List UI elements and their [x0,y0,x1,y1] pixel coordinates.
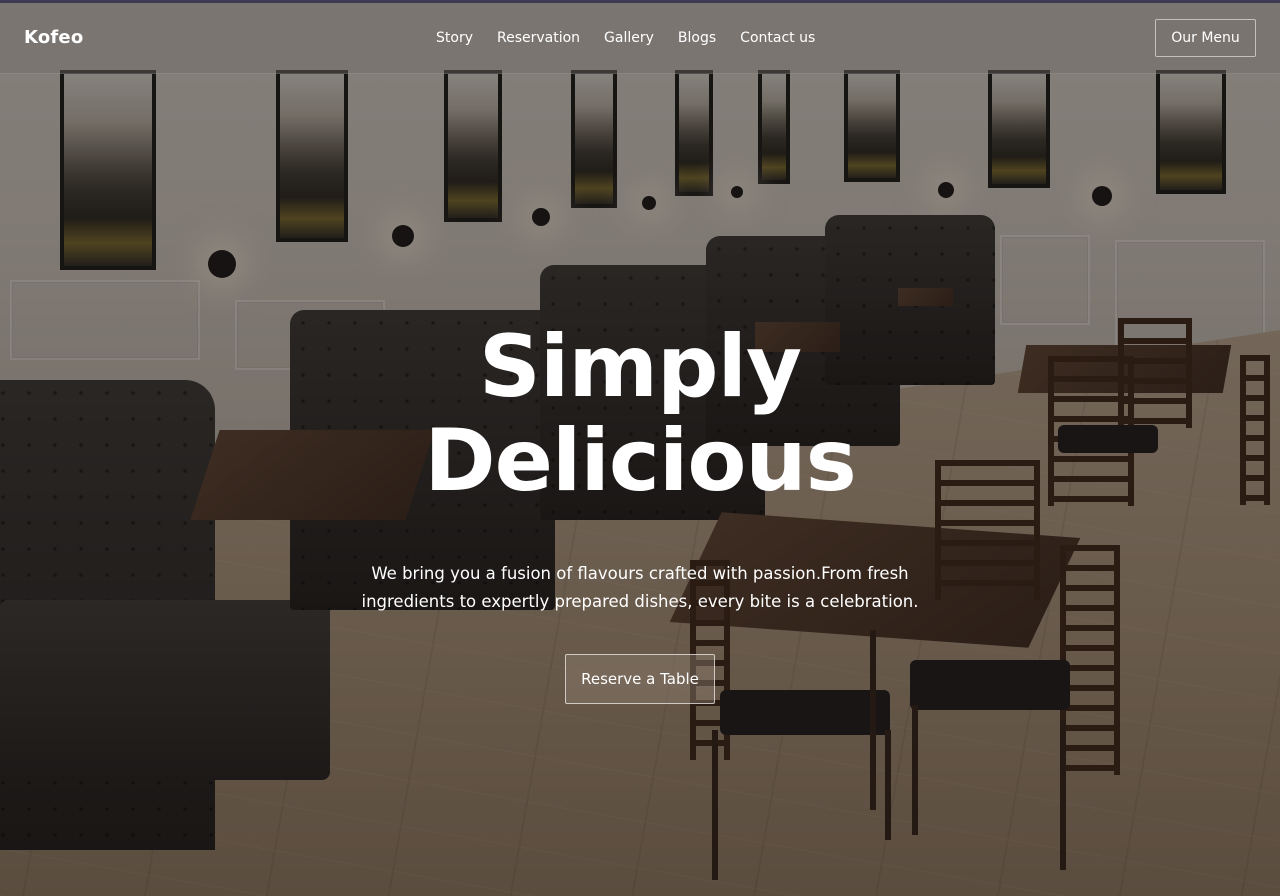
hero-title-line-2: Delicious [424,411,857,511]
reserve-table-button[interactable]: Reserve a Table [565,654,715,704]
hero-subtitle: We bring you a fusion of flavours crafte… [361,564,919,611]
nav-link-story[interactable]: Story [436,29,473,47]
brand-logo[interactable]: Kofeo [24,27,83,48]
our-menu-button[interactable]: Our Menu [1155,19,1256,57]
site-header: Kofeo Story Reservation Gallery Blogs Co… [0,3,1280,74]
hero-section: Simply Delicious We bring you a fusion o… [0,320,1280,704]
nav-link-gallery[interactable]: Gallery [604,29,654,47]
nav-link-contact[interactable]: Contact us [740,29,815,47]
main-nav: Story Reservation Gallery Blogs Contact … [436,29,815,47]
hero-title-line-1: Simply [478,317,802,417]
nav-link-reservation[interactable]: Reservation [497,29,580,47]
hero-title: Simply Delicious [0,320,1280,508]
nav-link-blogs[interactable]: Blogs [678,29,716,47]
